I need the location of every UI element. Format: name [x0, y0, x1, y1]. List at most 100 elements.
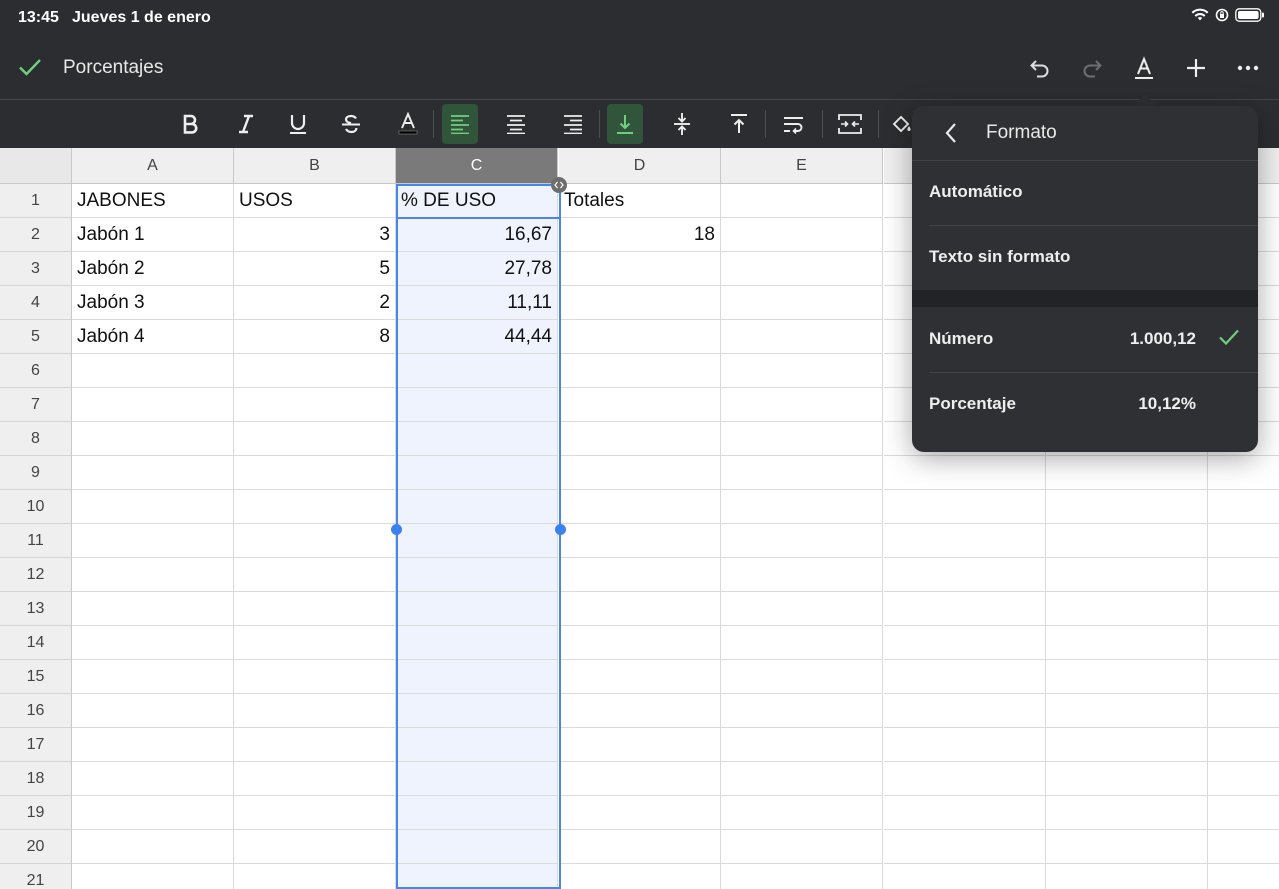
row-header[interactable]: 5: [0, 320, 72, 354]
cell[interactable]: [721, 218, 883, 252]
valign-middle-button[interactable]: [664, 104, 700, 144]
cell[interactable]: 5: [234, 252, 396, 286]
cell[interactable]: [72, 592, 234, 626]
cell[interactable]: Jabón 2: [72, 252, 234, 286]
cell[interactable]: [559, 660, 721, 694]
cell[interactable]: [396, 796, 558, 830]
cell[interactable]: [1208, 592, 1279, 626]
cell[interactable]: [559, 558, 721, 592]
cell[interactable]: [884, 558, 1046, 592]
row-header[interactable]: 13: [0, 592, 72, 626]
column-header-d[interactable]: D: [559, 148, 721, 184]
cell[interactable]: [1046, 796, 1208, 830]
cell[interactable]: [1208, 796, 1279, 830]
cell[interactable]: [72, 354, 234, 388]
cell[interactable]: [234, 592, 396, 626]
cell[interactable]: [1208, 728, 1279, 762]
cell[interactable]: [721, 694, 883, 728]
cell[interactable]: [234, 796, 396, 830]
cell[interactable]: [72, 694, 234, 728]
cell[interactable]: [721, 320, 883, 354]
cell[interactable]: [396, 422, 558, 456]
underline-button[interactable]: [280, 104, 316, 144]
align-center-button[interactable]: [498, 104, 534, 144]
cell[interactable]: [721, 762, 883, 796]
cell[interactable]: [721, 286, 883, 320]
row-header[interactable]: 16: [0, 694, 72, 728]
cell[interactable]: [72, 728, 234, 762]
cell[interactable]: [234, 354, 396, 388]
text-format-button[interactable]: [1128, 52, 1160, 84]
cell[interactable]: [559, 626, 721, 660]
column-header-b[interactable]: B: [234, 148, 396, 184]
column-header-c[interactable]: C: [396, 148, 558, 184]
cell[interactable]: [72, 830, 234, 864]
row-header[interactable]: 12: [0, 558, 72, 592]
cell[interactable]: [396, 592, 558, 626]
cell[interactable]: [721, 660, 883, 694]
row-header[interactable]: 6: [0, 354, 72, 388]
cell[interactable]: [234, 864, 396, 889]
cell[interactable]: [559, 388, 721, 422]
cell[interactable]: [884, 796, 1046, 830]
cell[interactable]: [721, 456, 883, 490]
cell[interactable]: Totales: [559, 184, 721, 218]
cell[interactable]: [1046, 490, 1208, 524]
wrap-button[interactable]: [776, 104, 812, 144]
cell[interactable]: [559, 524, 721, 558]
cell[interactable]: [72, 490, 234, 524]
cell[interactable]: [1208, 830, 1279, 864]
cell[interactable]: 16,67: [396, 218, 558, 252]
row-header[interactable]: 19: [0, 796, 72, 830]
cell[interactable]: [884, 626, 1046, 660]
cell[interactable]: 18: [559, 218, 721, 252]
cell[interactable]: [1208, 694, 1279, 728]
cell[interactable]: [72, 456, 234, 490]
format-option-percent[interactable]: Porcentaje 10,12%: [912, 372, 1258, 437]
cell[interactable]: [1208, 524, 1279, 558]
row-header[interactable]: 15: [0, 660, 72, 694]
select-all-corner[interactable]: [0, 148, 72, 184]
format-option-automatic[interactable]: Automático: [912, 160, 1258, 225]
cell[interactable]: [234, 524, 396, 558]
selection-handle[interactable]: [391, 524, 402, 535]
cell[interactable]: [559, 456, 721, 490]
cell[interactable]: [1208, 490, 1279, 524]
row-header[interactable]: 21: [0, 864, 72, 889]
cell[interactable]: 11,11: [396, 286, 558, 320]
format-option-plain-text[interactable]: Texto sin formato: [912, 225, 1258, 290]
selection-handle[interactable]: [555, 524, 566, 535]
row-header[interactable]: 9: [0, 456, 72, 490]
cell[interactable]: [1046, 762, 1208, 796]
cell[interactable]: [721, 626, 883, 660]
cell[interactable]: [72, 762, 234, 796]
cell[interactable]: [559, 490, 721, 524]
cell[interactable]: JABONES: [72, 184, 234, 218]
row-header[interactable]: 17: [0, 728, 72, 762]
cell[interactable]: [559, 728, 721, 762]
cell[interactable]: [1208, 864, 1279, 889]
cell[interactable]: [884, 524, 1046, 558]
row-header[interactable]: 2: [0, 218, 72, 252]
cell[interactable]: [1046, 660, 1208, 694]
cell[interactable]: [721, 490, 883, 524]
bold-button[interactable]: [172, 104, 208, 144]
cell[interactable]: [72, 558, 234, 592]
redo-button[interactable]: [1076, 52, 1108, 84]
cell[interactable]: [234, 626, 396, 660]
cell[interactable]: [721, 864, 883, 889]
text-color-button[interactable]: [390, 104, 426, 144]
cell[interactable]: [721, 796, 883, 830]
cell[interactable]: [396, 388, 558, 422]
row-header[interactable]: 20: [0, 830, 72, 864]
cell[interactable]: [72, 422, 234, 456]
cell[interactable]: [559, 252, 721, 286]
cell[interactable]: [234, 388, 396, 422]
cell[interactable]: [884, 660, 1046, 694]
cell[interactable]: [1046, 558, 1208, 592]
row-header[interactable]: 1: [0, 184, 72, 218]
cell[interactable]: [559, 354, 721, 388]
row-header[interactable]: 4: [0, 286, 72, 320]
cell[interactable]: [396, 490, 558, 524]
cell[interactable]: [884, 490, 1046, 524]
